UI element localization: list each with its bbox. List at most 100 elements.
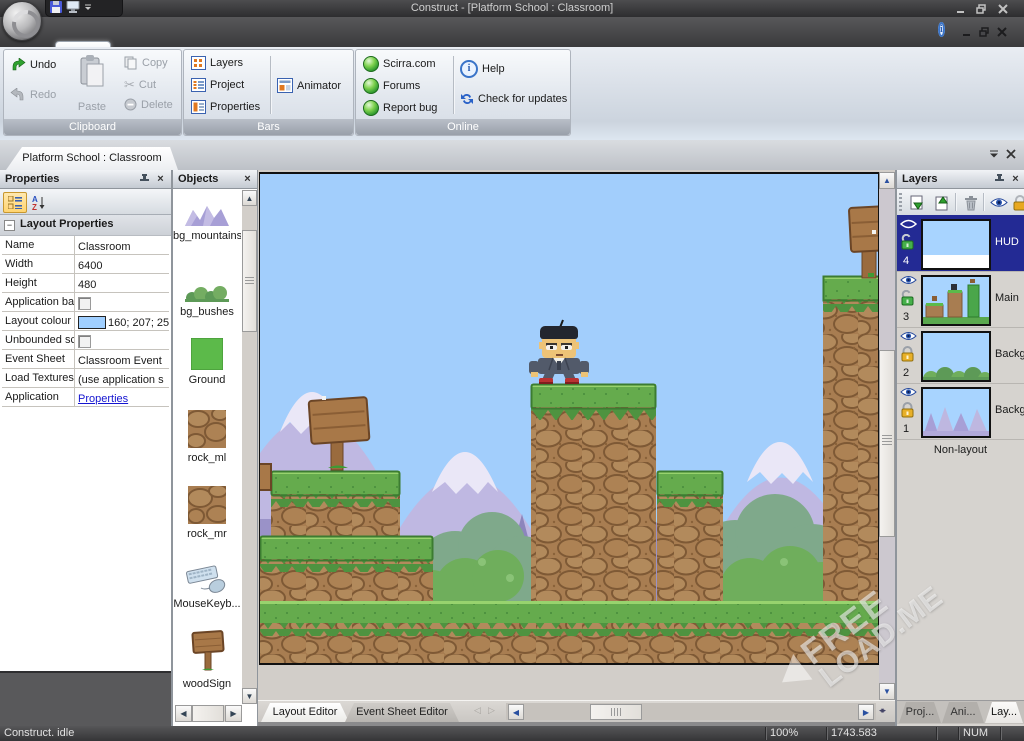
canvas-horizontal-scrollbar[interactable]: ◀ ▶ bbox=[506, 703, 876, 720]
layout-properties-group[interactable]: − Layout Properties bbox=[0, 215, 171, 236]
doc-close-icon[interactable] bbox=[1006, 149, 1016, 162]
layer-row-background-mountains[interactable]: 1 Backgro bbox=[897, 383, 1024, 440]
alphabetical-sort-button[interactable]: AZ bbox=[27, 192, 51, 213]
canvas-vertical-scrollbar[interactable]: ▲ ▼ bbox=[879, 172, 895, 700]
about-info-icon[interactable]: i bbox=[938, 22, 945, 37]
layer-row-background-bushes[interactable]: 2 Backgro bbox=[897, 327, 1024, 384]
qat-customize-chevron-icon[interactable] bbox=[84, 2, 92, 14]
animator-bar-button[interactable]: Animator bbox=[277, 78, 341, 93]
paste-button[interactable]: Paste bbox=[70, 55, 114, 113]
application-background-checkbox[interactable] bbox=[78, 297, 91, 310]
unbounded-scrolling-checkbox[interactable] bbox=[78, 335, 91, 348]
help-button[interactable]: i Help bbox=[460, 60, 505, 78]
objects-scroll-down-icon[interactable]: ▼ bbox=[242, 688, 257, 704]
canvas-hscroll-thumb[interactable] bbox=[590, 704, 642, 720]
layers-close-icon[interactable]: × bbox=[1009, 173, 1022, 186]
tab-scroll-right-icon[interactable]: ▷ bbox=[488, 705, 495, 716]
objects-hscroll-thumb[interactable] bbox=[192, 705, 224, 722]
toggle-lock-button[interactable] bbox=[1011, 192, 1024, 213]
delete-layer-button[interactable] bbox=[959, 192, 983, 213]
objects-horizontal-scrollbar[interactable]: ◀ ▶ bbox=[175, 705, 242, 722]
prop-row-height[interactable]: Height 480 bbox=[2, 274, 169, 293]
canvas-scroll-down-icon[interactable]: ▼ bbox=[879, 683, 895, 700]
prop-row-width[interactable]: Width 6400 bbox=[2, 255, 169, 274]
object-item-rock-mr[interactable]: rock_mr bbox=[187, 484, 230, 540]
prop-row-unbounded-scrolling[interactable]: Unbounded sc bbox=[2, 331, 169, 350]
object-item-bg-mountains[interactable]: bg_mountains bbox=[173, 198, 241, 242]
cut-button[interactable]: ✂ Cut bbox=[124, 77, 156, 93]
layers-pin-icon[interactable] bbox=[993, 173, 1006, 186]
layer-bg1-visibility-icon[interactable] bbox=[900, 386, 917, 400]
layer-row-hud[interactable]: 4 HUD bbox=[897, 215, 1024, 272]
objects-scroll-right-icon[interactable]: ▶ bbox=[225, 705, 242, 722]
object-item-rock-ml[interactable]: rock_ml bbox=[186, 407, 229, 464]
layer-bg2-visibility-icon[interactable] bbox=[900, 330, 917, 344]
toggle-visibility-button[interactable] bbox=[987, 192, 1011, 213]
redo-button[interactable]: Redo bbox=[10, 88, 56, 102]
layer-hud-visibility-icon[interactable] bbox=[899, 218, 918, 232]
save-icon[interactable] bbox=[50, 0, 62, 16]
layer-row-main[interactable]: 3 Main bbox=[897, 271, 1024, 328]
object-item-bg-bushes[interactable]: bg_bushes bbox=[180, 282, 234, 318]
object-item-woodsign[interactable]: woodSign bbox=[183, 628, 231, 690]
undo-button[interactable]: Undo bbox=[10, 58, 56, 72]
copy-button[interactable]: Copy bbox=[124, 56, 168, 70]
layer-bg1-thumbnail[interactable] bbox=[921, 387, 991, 438]
object-item-ground[interactable]: Ground bbox=[189, 337, 225, 386]
prop-row-load-textures[interactable]: Load Textures (use application s bbox=[2, 369, 169, 388]
prop-row-application-background[interactable]: Application ba bbox=[2, 293, 169, 312]
layer-main-thumbnail[interactable] bbox=[921, 275, 991, 326]
layer-bg2-thumbnail[interactable] bbox=[921, 331, 991, 382]
tab-layout-editor[interactable]: Layout Editor bbox=[261, 703, 349, 722]
preview-monitor-icon[interactable] bbox=[66, 0, 80, 16]
mdi-minimize-button[interactable] bbox=[962, 27, 972, 40]
tab-animator-bar[interactable]: Ani... bbox=[942, 702, 984, 723]
tab-event-sheet-editor[interactable]: Event Sheet Editor bbox=[345, 703, 459, 722]
check-for-updates-button[interactable]: Check for updates bbox=[460, 92, 567, 106]
prop-row-name[interactable]: Name Classroom bbox=[2, 236, 169, 255]
add-layer-above-button[interactable] bbox=[930, 192, 954, 213]
layer-bg2-lock-icon[interactable] bbox=[900, 346, 917, 362]
layer-main-lock-icon[interactable] bbox=[900, 289, 917, 306]
canvas-vscroll-thumb[interactable] bbox=[879, 350, 895, 537]
prop-row-application[interactable]: Application Properties bbox=[2, 388, 169, 407]
project-bar-button[interactable]: Project bbox=[191, 78, 244, 92]
canvas-scroll-left-icon[interactable]: ◀ bbox=[508, 704, 524, 720]
document-tab-classroom[interactable]: Platform School : Classroom bbox=[6, 147, 178, 170]
application-menu-orb[interactable] bbox=[2, 1, 46, 44]
add-layer-below-button[interactable] bbox=[905, 192, 929, 213]
canvas-scroll-right-icon[interactable]: ▶ bbox=[858, 704, 874, 720]
layout-colour-swatch[interactable] bbox=[78, 316, 106, 329]
restore-button[interactable] bbox=[973, 2, 990, 15]
report-bug-button[interactable]: Report bug bbox=[363, 100, 437, 116]
layer-hud-lock-icon[interactable] bbox=[900, 233, 917, 250]
object-item-mousekeyboard[interactable]: MouseKeyb... bbox=[173, 562, 241, 610]
properties-pin-icon[interactable] bbox=[138, 173, 151, 186]
delete-button[interactable]: Delete bbox=[124, 98, 173, 111]
application-properties-link[interactable]: Properties bbox=[78, 393, 128, 405]
tab-project-bar[interactable]: Proj... bbox=[899, 702, 941, 723]
objects-vertical-scrollbar[interactable]: ▲ ▼ bbox=[242, 190, 257, 704]
tab-scroll-left-icon[interactable]: ◁ bbox=[474, 705, 481, 716]
doc-list-chevron-icon[interactable] bbox=[988, 148, 1000, 163]
layer-main-visibility-icon[interactable] bbox=[900, 274, 917, 288]
prop-row-event-sheet[interactable]: Event Sheet Classroom Event bbox=[2, 350, 169, 369]
layers-bar-button[interactable]: Layers bbox=[191, 56, 243, 70]
properties-bar-button[interactable]: Properties bbox=[191, 100, 260, 114]
categorized-view-button[interactable] bbox=[3, 192, 27, 213]
close-button[interactable] bbox=[994, 2, 1011, 15]
mdi-close-button[interactable] bbox=[997, 27, 1007, 40]
splitter-handle-icon[interactable]: ◂▸ bbox=[879, 705, 886, 716]
collapse-minus-icon[interactable]: − bbox=[4, 220, 15, 231]
scirra-link-button[interactable]: Scirra.com bbox=[363, 56, 436, 72]
layer-hud-thumbnail[interactable] bbox=[921, 219, 991, 270]
forums-link-button[interactable]: Forums bbox=[363, 78, 420, 94]
properties-close-icon[interactable]: × bbox=[154, 173, 167, 186]
objects-scroll-up-icon[interactable]: ▲ bbox=[242, 190, 257, 206]
minimize-button[interactable] bbox=[952, 2, 969, 15]
objects-scroll-thumb[interactable] bbox=[242, 230, 257, 332]
layer-bg1-lock-icon[interactable] bbox=[900, 402, 917, 418]
tab-layers-bar[interactable]: Lay... bbox=[985, 702, 1023, 723]
canvas-scroll-up-icon[interactable]: ▲ bbox=[879, 172, 895, 189]
objects-close-icon[interactable]: × bbox=[241, 173, 254, 186]
